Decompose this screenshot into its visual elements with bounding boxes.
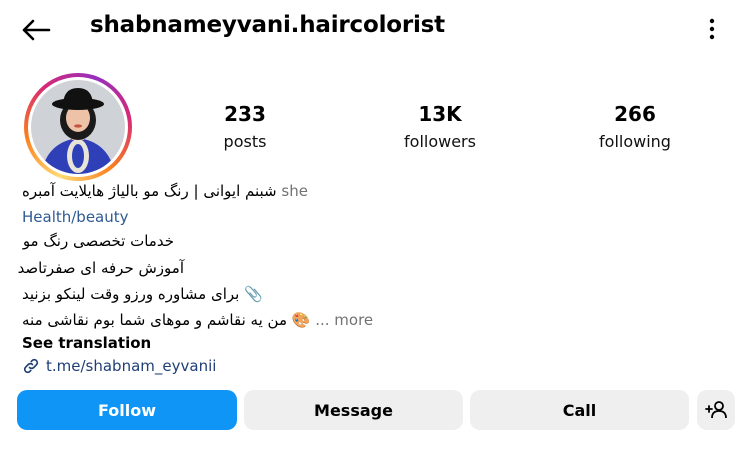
- more-options-button[interactable]: [700, 14, 724, 44]
- profile-avatar-ring[interactable]: [24, 73, 132, 181]
- more-link[interactable]: ... more: [315, 311, 373, 329]
- see-translation-link[interactable]: See translation: [22, 333, 151, 353]
- profile-username: shabnameyvani.haircolorist: [90, 12, 445, 38]
- palette-icon: 🎨: [291, 311, 311, 329]
- back-button[interactable]: [16, 14, 56, 46]
- message-button[interactable]: Message: [244, 390, 463, 430]
- followers-label: followers: [404, 132, 476, 151]
- bio-painter-text: من یه نقاشم و موهای شما بوم نقاشی منه: [22, 311, 287, 329]
- posts-count: 233: [224, 102, 266, 126]
- bio-name: شبنم ایوانی | رنگ مو بالیاژ هایلایت آمبر…: [22, 182, 277, 200]
- follow-button[interactable]: Follow: [17, 390, 237, 430]
- stat-posts[interactable]: 233 posts: [205, 102, 285, 152]
- call-button[interactable]: Call: [470, 390, 689, 430]
- link-text: t.me/shabnam_eyvanii: [46, 357, 217, 375]
- paperclip-icon: 📎: [244, 285, 263, 303]
- bio-name-line: شبنم ایوانی | رنگ مو بالیاژ هایلایت آمبر…: [22, 181, 308, 201]
- followers-count: 13K: [418, 102, 462, 126]
- add-user-icon: [705, 401, 727, 419]
- bio-category: Health/beauty: [22, 208, 129, 226]
- arrow-left-icon: [22, 19, 51, 41]
- bio-line-services: خدمات تخصصی رنگ مو: [22, 232, 174, 250]
- stat-following[interactable]: 266 following: [590, 102, 680, 152]
- bio-external-link[interactable]: t.me/shabnam_eyvanii: [22, 356, 216, 376]
- avatar: [31, 80, 125, 174]
- bio-line-painter: من یه نقاشم و موهای شما بوم نقاشی منه 🎨 …: [22, 310, 373, 330]
- bio-line-training: آموزش حرفه ای صفرتاصد: [17, 259, 184, 277]
- add-user-button[interactable]: [697, 390, 735, 430]
- following-count: 266: [614, 102, 656, 126]
- stat-followers[interactable]: 13K followers: [390, 102, 490, 152]
- more-vertical-icon: [709, 18, 715, 40]
- bio-line-consult: برای مشاوره ورزو وقت لینکو بزنید 📎: [22, 284, 263, 304]
- following-label: following: [599, 132, 671, 151]
- link-icon: [23, 358, 39, 374]
- posts-label: posts: [223, 132, 267, 151]
- bio-pronoun: she: [281, 182, 308, 200]
- bio-consult-text: برای مشاوره ورزو وقت لینکو بزنید: [22, 285, 240, 303]
